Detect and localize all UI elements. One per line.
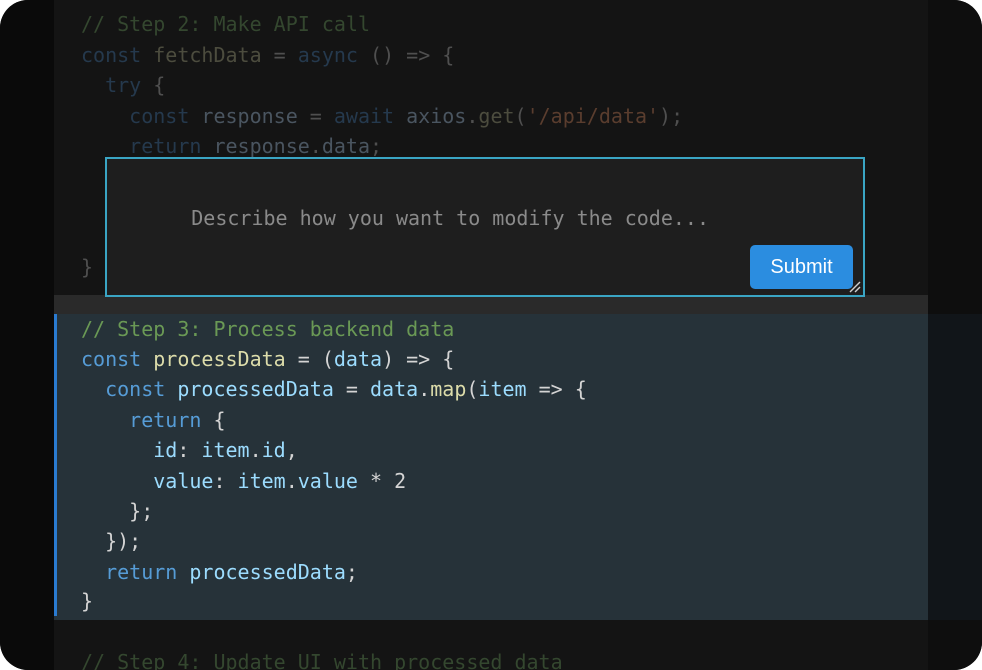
code-token: = (261, 43, 298, 67)
code-token: map (430, 377, 467, 401)
code-token: return (81, 408, 202, 432)
code-token: const (81, 104, 190, 128)
code-token: async (297, 43, 358, 67)
resize-handle-icon[interactable] (847, 279, 861, 293)
code-token: . (249, 438, 262, 462)
modify-code-placeholder: Describe how you want to modify the code… (191, 206, 710, 230)
code-token: ( (466, 377, 479, 401)
selection-accent-bar (54, 314, 57, 616)
code-token: . (466, 104, 479, 128)
code-line: id: item.id, (81, 435, 298, 465)
code-token: const (81, 43, 142, 67)
code-token: const (81, 377, 166, 401)
code-line: // Step 2: Make API call (81, 9, 370, 39)
code-token: { (201, 408, 226, 432)
code-token: get (478, 104, 515, 128)
code-line: try { (81, 70, 165, 100)
inline-edit-prompt: Describe how you want to modify the code… (105, 157, 865, 297)
code-line: const response = await axios.get('/api/d… (81, 101, 683, 131)
code-token: await (333, 104, 395, 128)
code-token: , (285, 438, 298, 462)
code-token: ( (514, 104, 527, 128)
code-token: ; (345, 560, 358, 584)
code-line: return { (81, 405, 226, 435)
code-token: data (333, 347, 383, 371)
code-token: value (297, 469, 358, 493)
code-line: } (81, 252, 93, 282)
code-line: } (81, 586, 93, 616)
code-token: 2 (394, 469, 407, 493)
code-token: axios (406, 104, 467, 128)
code-line: value: item.value * 2 (81, 466, 406, 496)
code-line: return processedData; (81, 557, 358, 587)
code-token: = (297, 104, 334, 128)
code-line: // Step 3: Process backend data (81, 314, 454, 344)
selection-top-band (54, 295, 928, 314)
code-token: ) => { (382, 347, 455, 371)
code-token: const (81, 347, 142, 371)
code-token: : (213, 469, 238, 493)
code-token: processData (153, 347, 286, 371)
code-token: return (81, 134, 202, 158)
code-line: const processedData = data.map(item => { (81, 374, 587, 404)
code-token: : (177, 438, 202, 462)
code-token: try (81, 73, 142, 97)
code-token: item (478, 377, 527, 401)
code-token: item (201, 438, 250, 462)
code-line: }); (81, 526, 141, 556)
code-token: { (141, 73, 166, 97)
code-line: // Step 4: Update UI with processed data (81, 647, 563, 670)
code-token: }); (81, 529, 142, 553)
code-token: ); (659, 104, 684, 128)
code-token: id (261, 438, 286, 462)
code-token: item (237, 469, 286, 493)
code-token: => { (526, 377, 587, 401)
code-line: }; (81, 496, 153, 526)
code-token: . (285, 469, 298, 493)
code-token: data (370, 377, 419, 401)
code-token: processedData (177, 377, 334, 401)
code-token: // Step 4: Update UI with processed data (81, 650, 563, 670)
code-token: . (418, 377, 431, 401)
code-token: // Step 2: Make API call (81, 12, 370, 36)
code-token: }; (81, 499, 154, 523)
code-line: const processData = (data) => { (81, 344, 454, 374)
code-token: ; (370, 134, 383, 158)
submit-button[interactable]: Submit (750, 245, 853, 289)
code-token: () => { (357, 43, 455, 67)
code-token: id (81, 438, 178, 462)
selected-code-block-edge (928, 314, 982, 620)
code-token: = ( (285, 347, 334, 371)
code-token: value (81, 469, 214, 493)
code-token: . (309, 134, 322, 158)
code-token: fetchData (153, 43, 262, 67)
code-editor-window: // Step 2: Make API call const fetchData … (0, 0, 982, 670)
code-token: data (321, 134, 371, 158)
code-token: response (213, 134, 310, 158)
code-token: // Step 3: Process backend data (81, 317, 455, 341)
code-token: * (357, 469, 395, 493)
code-line: const fetchData = async () => { (81, 40, 454, 70)
line-gutter (0, 0, 54, 670)
code-token: return (81, 560, 178, 584)
modify-code-input[interactable]: Describe how you want to modify the code… (119, 173, 839, 230)
code-token: } (81, 255, 94, 279)
code-token: '/api/data' (526, 104, 660, 128)
code-token: processedData (189, 560, 346, 584)
code-token: } (81, 589, 94, 613)
code-token: response (201, 104, 298, 128)
code-token: = (333, 377, 371, 401)
